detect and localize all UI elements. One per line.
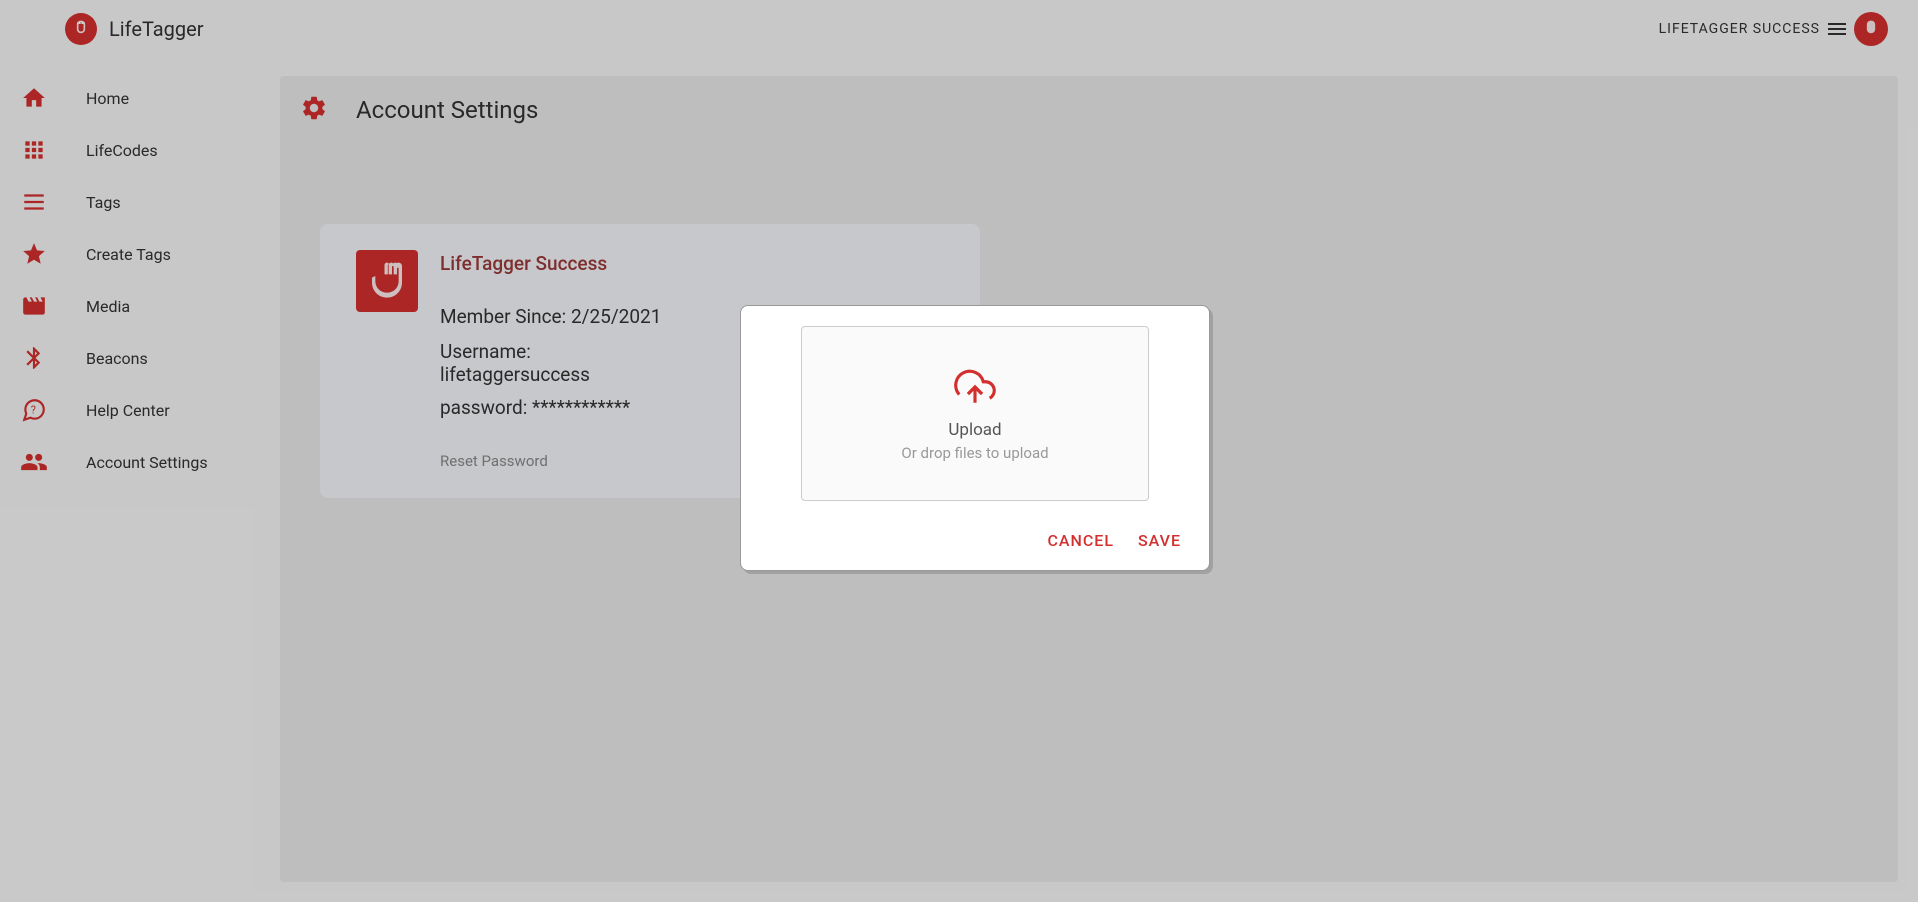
upload-title: Upload xyxy=(948,420,1001,440)
upload-modal: Upload Or drop files to upload CANCEL SA… xyxy=(740,305,1210,571)
upload-dropzone[interactable]: Upload Or drop files to upload xyxy=(801,326,1149,501)
upload-cloud-icon xyxy=(950,366,1000,412)
upload-subtext: Or drop files to upload xyxy=(901,444,1048,462)
modal-button-row: CANCEL SAVE xyxy=(761,531,1189,550)
cancel-button[interactable]: CANCEL xyxy=(1047,531,1114,550)
save-button[interactable]: SAVE xyxy=(1138,531,1181,550)
